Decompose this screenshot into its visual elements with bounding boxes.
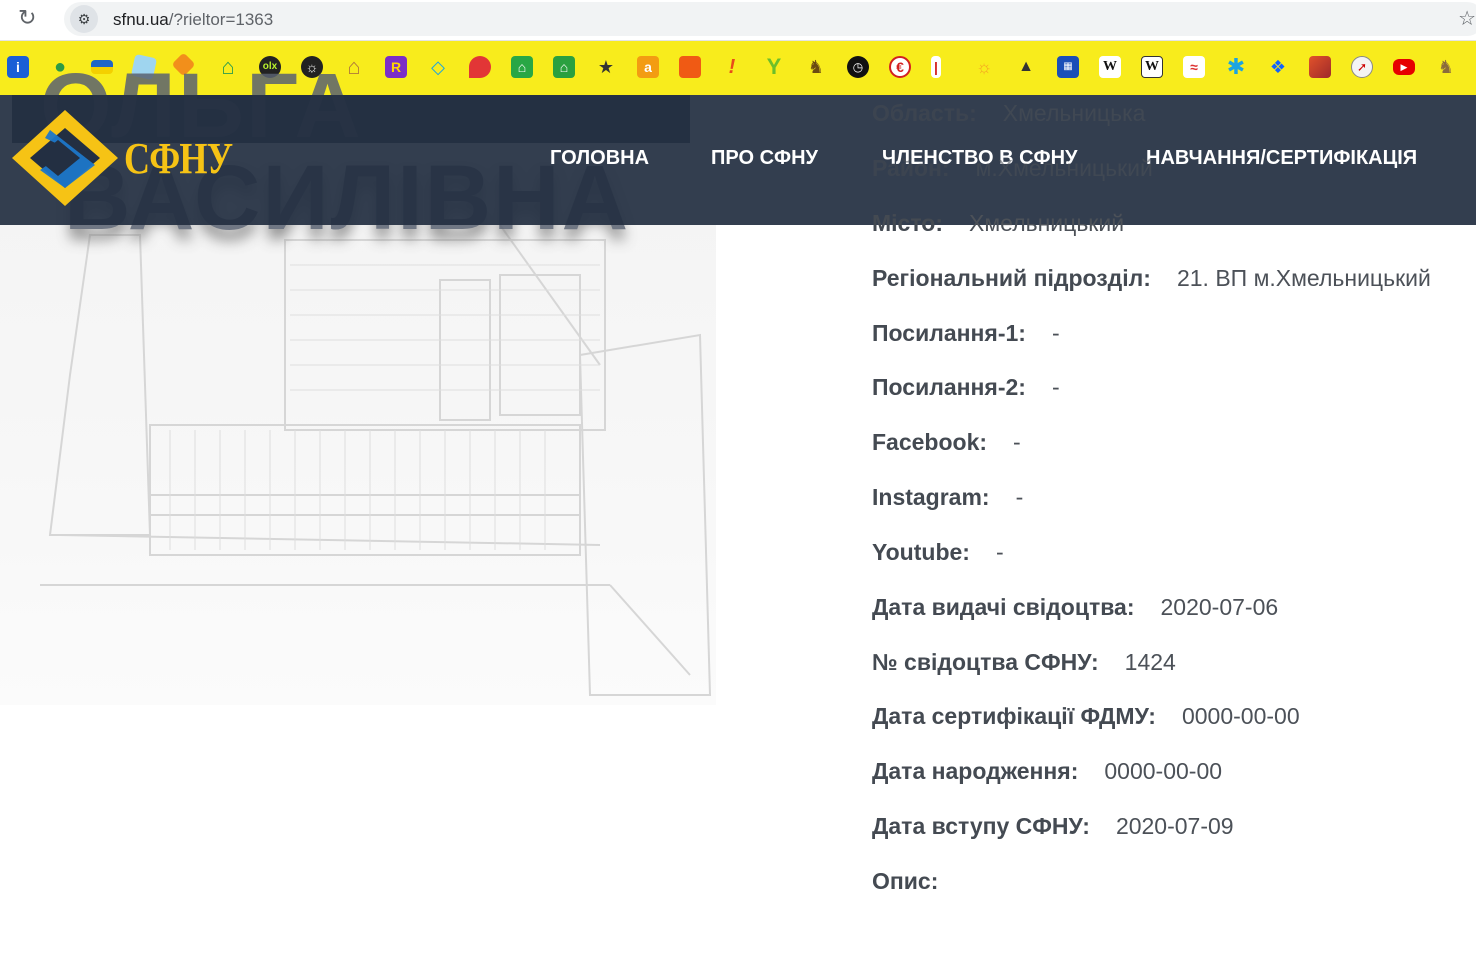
detail-label: Опис: — [872, 868, 939, 894]
detail-label: № свідоцтва СФНУ: — [872, 649, 1099, 675]
detail-value: 0000-00-00 — [1181, 703, 1300, 729]
dropbox-icon[interactable]: ❖ — [1267, 56, 1289, 78]
detail-link-2: Посилання-2: - — [872, 372, 1060, 402]
detail-value: 2020-07-09 — [1115, 813, 1234, 839]
detail-rayon: Район: м.Хмельницький — [872, 153, 1153, 183]
detail-label: Посилання-1: — [872, 320, 1026, 346]
detail-value: м.Хмельницький — [975, 155, 1153, 181]
url-text[interactable]: sfnu.ua/?rieltor=1363 — [113, 10, 273, 30]
grid-icon[interactable]: ▦ — [1057, 56, 1079, 78]
detail-value: 2020-07-06 — [1160, 594, 1279, 620]
detail-label: Дата видачі свідоцтва: — [872, 594, 1135, 620]
bookmark-star-icon[interactable]: ☆ — [1458, 6, 1476, 31]
snowflake-icon[interactable]: ✱ — [1225, 56, 1247, 78]
detail-misto: Місто: Хмельницький — [872, 208, 1124, 238]
omnibox[interactable]: ⚙ sfnu.ua/?rieltor=1363 — [64, 2, 1476, 36]
detail-facebook: Facebook: - — [872, 427, 1021, 457]
detail-value: - — [1015, 484, 1024, 510]
detail-oblast: Область: Хмельницька — [872, 98, 1145, 128]
detail-value: - — [1051, 374, 1060, 400]
detail-value: Хмельницька — [1002, 100, 1146, 126]
wiki-box-icon[interactable]: W — [1141, 56, 1163, 78]
horse-icon[interactable]: ♞ — [1435, 56, 1457, 78]
detail-cert-number: № свідоцтва СФНУ: 1424 — [872, 647, 1176, 677]
detail-label: Дата вступу СФНУ: — [872, 813, 1090, 839]
detail-value: 21. ВП м.Хмельницький — [1176, 265, 1431, 291]
detail-description: Опис: — [872, 866, 938, 896]
detail-value: - — [995, 539, 1004, 565]
detail-label: Посилання-2: — [872, 374, 1026, 400]
detail-link-1: Посилання-1: - — [872, 318, 1060, 348]
detail-label: Instagram: — [872, 484, 990, 510]
info-icon[interactable]: i — [7, 56, 29, 78]
detail-value: Хмельницький — [969, 210, 1125, 236]
detail-label: Youtube: — [872, 539, 970, 565]
browser-address-bar: ↻ ⚙ sfnu.ua/?rieltor=1363 ☆ — [0, 0, 1476, 41]
thermometer-icon[interactable]: | — [931, 56, 941, 78]
detail-youtube: Youtube: - — [872, 537, 1004, 567]
url-path: /?rieltor=1363 — [168, 10, 274, 29]
youtube-icon[interactable]: ▶ — [1393, 59, 1415, 75]
clock-icon[interactable]: ◷ — [847, 56, 869, 78]
detail-label: Дата народження: — [872, 758, 1079, 784]
y-icon[interactable]: Y — [763, 56, 785, 78]
detail-value: 1424 — [1124, 649, 1176, 675]
detail-instagram: Instagram: - — [872, 482, 1023, 512]
detail-label: Область: — [872, 100, 977, 126]
compass-icon[interactable]: ➚ — [1351, 56, 1373, 78]
logo-text[interactable]: СФНУ — [124, 133, 233, 184]
detail-region: Регіональний підрозділ: 21. ВП м.Хмельниц… — [872, 263, 1431, 293]
e-icon[interactable]: € — [889, 56, 911, 78]
reload-icon[interactable]: ↻ — [18, 7, 36, 29]
weather-icon[interactable]: ☼ — [973, 56, 995, 78]
chart-red-icon[interactable] — [1309, 56, 1331, 78]
detail-cert-date: Дата видачі свідоцтва: 2020-07-06 — [872, 592, 1278, 622]
detail-label: Місто: — [872, 210, 944, 236]
sfnu-logo-icon[interactable] — [10, 110, 130, 210]
detail-value: - — [1051, 320, 1060, 346]
site-navbar: СФНУ ГОЛОВНА ПРО СФНУ ЧЛЕНСТВО В СФНУ НА… — [0, 95, 1476, 225]
detail-fdmu-date: Дата сертифікації ФДМУ: 0000-00-00 — [872, 701, 1300, 731]
nav-about[interactable]: ПРО СФНУ — [711, 147, 818, 170]
detail-birth-date: Дата народження: 0000-00-00 — [872, 756, 1222, 786]
nav-training[interactable]: НАВЧАННЯ/СЕРТИФІКАЦІЯ — [1146, 147, 1417, 170]
nav-home[interactable]: ГОЛОВНА — [550, 147, 649, 170]
site-info-icon[interactable]: ⚙ — [70, 5, 98, 33]
detail-join-date: Дата вступу СФНУ: 2020-07-09 — [872, 811, 1234, 841]
hat-icon[interactable]: ▲ — [1015, 56, 1037, 78]
wiki-icon[interactable]: W — [1099, 56, 1121, 78]
detail-label: Facebook: — [872, 429, 988, 455]
chart-icon[interactable]: ≈ — [1183, 56, 1205, 78]
detail-value: - — [1013, 429, 1021, 455]
detail-label: Район: — [872, 155, 950, 181]
dog-icon[interactable]: ♞ — [805, 56, 827, 78]
url-host: sfnu.ua — [113, 10, 169, 29]
detail-label: Дата сертифікації ФДМУ: — [872, 703, 1156, 729]
detail-label: Регіональний підрозділ: — [872, 265, 1151, 291]
detail-value: 0000-00-00 — [1104, 758, 1223, 784]
